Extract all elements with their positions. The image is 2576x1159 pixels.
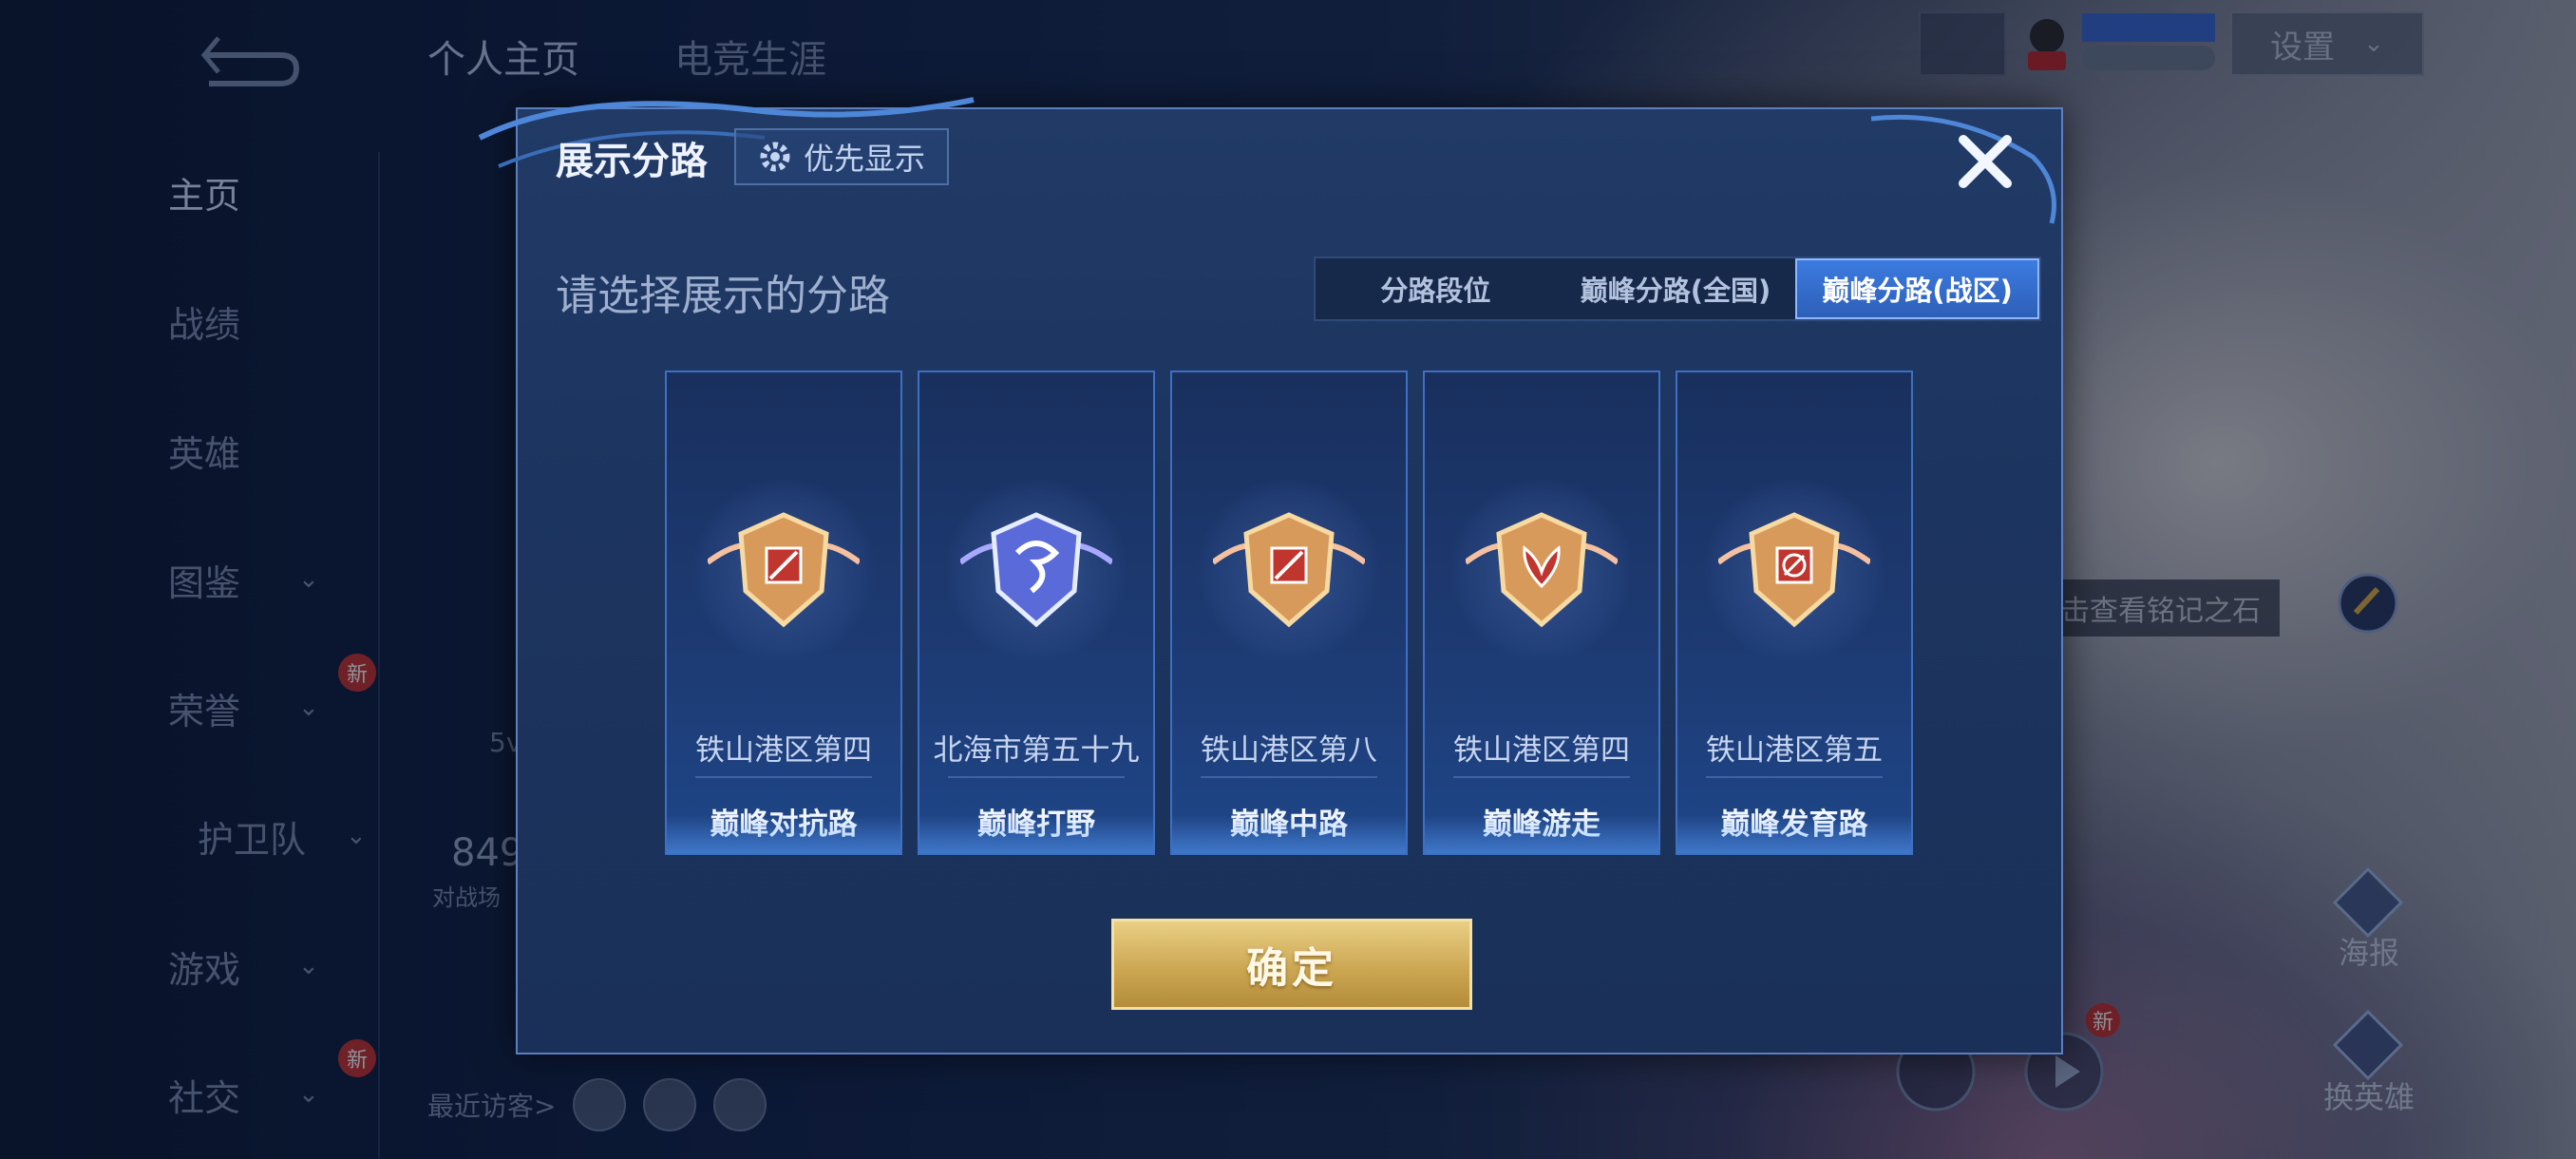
lane-card-top[interactable]: 铁山港区第四 巅峰对抗路 [665,370,902,855]
card-bottom-glow [1425,815,1658,853]
segment-peak-lane-region[interactable]: 巅峰分路(战区) [1795,258,2040,319]
dialog-title: 展示分路 [556,140,708,183]
dialog-subtitle: 请选择展示的分路 [556,272,890,320]
card-region-rank: 铁山港区第四 [1453,733,1630,768]
divider [695,776,872,778]
card-bottom-glow [919,815,1153,853]
lane-display-dialog: 展示分路 优先显示 请选择展示的分路 分路段位 巅峰分路(全国) 巅峰分路(战区… [478,97,2063,1054]
priority-display-label: 优先显示 [803,141,925,177]
card-bottom-glow [667,815,900,853]
card-region-rank: 铁山港区第五 [1706,733,1883,768]
card-bottom-glow [1677,815,1911,853]
close-icon[interactable] [1952,128,2018,195]
divider [1453,776,1630,778]
segment-lane-rank[interactable]: 分路段位 [1316,258,1556,319]
card-bottom-glow [1172,815,1406,853]
gold-shield-icon [708,512,860,628]
divider [1201,776,1377,778]
lane-type-segmented-control: 分路段位 巅峰分路(全国) 巅峰分路(战区) [1314,256,2041,321]
confirm-button[interactable]: 确定 [1111,919,1472,1010]
card-region-rank: 铁山港区第四 [695,733,872,768]
card-region-rank: 铁山港区第八 [1201,733,1377,768]
lane-card-list: 铁山港区第四 巅峰对抗路 北海市第五十九 巅峰打野 [665,370,1919,855]
card-region-rank: 北海市第五十九 [933,733,1140,768]
gold-shield-icon [1213,512,1365,628]
gold-target-shield-icon [1718,512,1870,628]
divider [948,776,1125,778]
priority-display-button[interactable]: 优先显示 [734,128,949,185]
silver-dragon-shield-icon [960,512,1112,628]
gear-icon [760,142,790,172]
lane-card-roam[interactable]: 铁山港区第四 巅峰游走 [1423,370,1660,855]
segment-peak-lane-national[interactable]: 巅峰分路(全国) [1556,258,1796,319]
lane-card-farm[interactable]: 铁山港区第五 巅峰发育路 [1676,370,1913,855]
lane-card-mid[interactable]: 铁山港区第八 巅峰中路 [1170,370,1408,855]
divider [1706,776,1883,778]
gold-wing-shield-icon [1466,512,1618,628]
lane-card-jungle[interactable]: 北海市第五十九 巅峰打野 [918,370,1155,855]
